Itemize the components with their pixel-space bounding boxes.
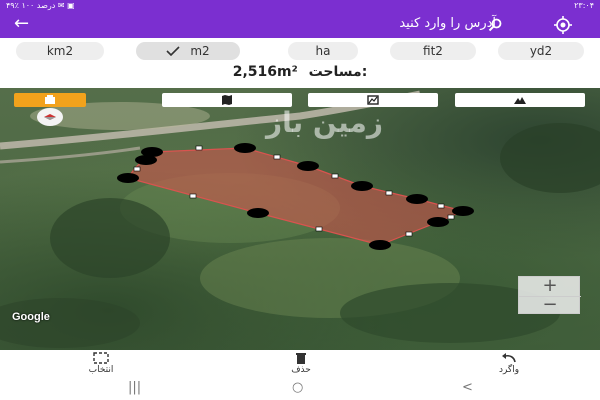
midpoint-marker — [189, 193, 197, 199]
unit-chip-yd2[interactable]: yd2 — [498, 42, 584, 60]
select-button[interactable]: انتخاب — [66, 352, 136, 375]
map-view[interactable]: زمین باز + − Google — [0, 88, 600, 350]
trash-icon — [296, 353, 306, 364]
status-indicators: ۴۹٪ درصد ۱۰۰ ✉ ▣ — [6, 1, 75, 10]
home-button[interactable]: ○ — [292, 380, 303, 395]
area-readout: 2,516m² مساحت: — [0, 64, 600, 86]
compass-button[interactable] — [37, 108, 63, 126]
select-icon — [93, 352, 109, 364]
select-label: انتخاب — [88, 365, 114, 375]
midpoint-marker — [447, 214, 455, 220]
delete-label: حذف — [291, 365, 311, 375]
recents-button[interactable]: ||| — [128, 380, 141, 395]
gps-target-icon[interactable] — [554, 16, 572, 34]
delete-button[interactable]: حذف — [266, 352, 336, 375]
back-arrow-icon[interactable]: ← — [14, 14, 29, 34]
bottom-toolbar: انتخاب حذف واگرد — [0, 350, 600, 378]
midpoint-marker — [385, 190, 393, 196]
map-icon — [222, 95, 232, 105]
undo-label: واگرد — [498, 365, 520, 375]
vertex-marker — [452, 206, 474, 216]
zoom-out-button[interactable]: − — [519, 296, 581, 315]
system-nav-bar: ||| ○ < — [0, 378, 600, 400]
unit-chip-ha[interactable]: ha — [288, 42, 358, 60]
midpoint-marker — [195, 145, 203, 151]
undo-icon — [502, 353, 516, 363]
google-logo: Google — [12, 311, 50, 323]
status-time: ۲۳:۰۴ — [574, 1, 594, 10]
terrain-icon — [514, 97, 526, 104]
app-bar: ← آدرس را وارد کنید — [0, 12, 600, 38]
unit-chip-km2[interactable]: km2 — [16, 42, 104, 60]
midpoint-marker — [273, 154, 281, 160]
vertex-marker — [234, 143, 256, 153]
watermark-logo: زمین باز — [266, 106, 383, 139]
map-layer-terrain[interactable] — [455, 93, 585, 107]
vertex-marker — [369, 240, 391, 250]
vertex-marker — [117, 173, 139, 183]
vertex-marker — [351, 181, 373, 191]
vertex-marker — [297, 161, 319, 171]
map-layer-map[interactable] — [162, 93, 292, 107]
address-search-input[interactable]: آدرس را وارد کنید — [399, 16, 496, 31]
midpoint-marker — [405, 231, 413, 237]
midpoint-marker — [331, 173, 339, 179]
map-layer-layers[interactable] — [14, 93, 86, 107]
midpoint-marker — [133, 166, 141, 172]
unit-selector: km2 m2 ha fit2 yd2 — [0, 38, 600, 64]
compass-icon — [44, 114, 56, 120]
vertex-marker — [427, 217, 449, 227]
vertex-marker — [406, 194, 428, 204]
zoom-controls: + − — [518, 276, 581, 315]
vertex-marker — [247, 208, 269, 218]
midpoint-marker — [315, 226, 323, 232]
unit-chip-fit2[interactable]: fit2 — [390, 42, 476, 60]
satellite-icon — [367, 95, 379, 105]
area-label: مساحت: — [308, 64, 368, 80]
check-icon — [166, 46, 180, 56]
undo-button[interactable]: واگرد — [474, 352, 544, 375]
area-value: 2,516m² — [232, 64, 298, 80]
unit-chip-m2[interactable]: m2 — [136, 42, 240, 60]
vertex-marker — [135, 155, 157, 165]
map-layer-satellite[interactable] — [308, 93, 438, 107]
nav-back-button[interactable]: < — [462, 380, 473, 395]
midpoint-marker — [437, 203, 445, 209]
status-bar: ۴۹٪ درصد ۱۰۰ ✉ ▣ ۲۳:۰۴ — [0, 0, 600, 12]
layers-icon — [45, 95, 55, 104]
